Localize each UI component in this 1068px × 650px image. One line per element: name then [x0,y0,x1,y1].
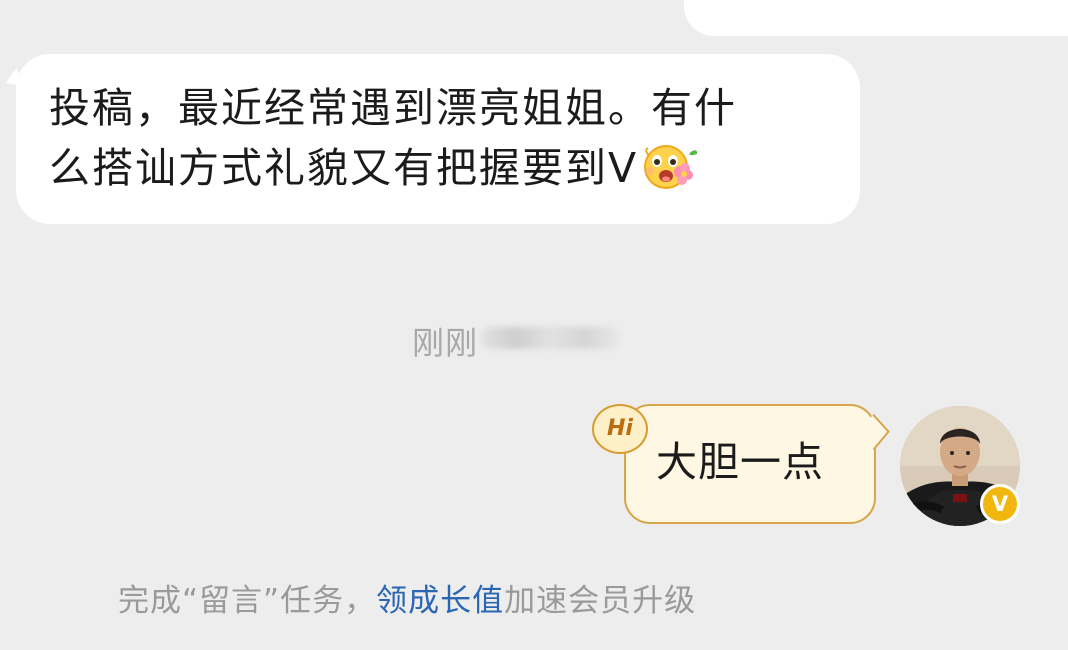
time-divider: 刚刚 [0,315,1068,365]
incoming-bubble-tail [1,67,25,93]
timestamp-label: 刚刚 [412,324,479,362]
verified-badge-icon: V [980,484,1020,524]
outgoing-message-text: 大胆一点 [656,438,824,486]
task-tip-suffix: 加速会员升级 [504,583,697,619]
growth-value-link[interactable]: 领成长值 [376,583,504,619]
incoming-message-text: 投稿，最近经常遇到漂亮姐姐。有什 么搭讪方式礼貌又有把握要到V [49,84,737,192]
hi-badge-label: Hi [607,416,633,441]
incoming-message-bubble[interactable]: 投稿，最近经常遇到漂亮姐姐。有什 么搭讪方式礼貌又有把握要到V [1,54,860,224]
flower-smile-emoji-icon [642,140,700,192]
previous-messages-edge [0,0,1068,40]
verified-mark: V [991,491,1009,516]
hi-badge-icon: Hi [592,404,648,454]
task-tip: 完成“留言”任务，领成长值加速会员升级 [118,580,696,622]
outgoing-message-bubble[interactable]: 大胆一点 [624,404,890,524]
blurred-time-detail [480,327,620,349]
previous-message-bubble-right[interactable] [684,0,1068,36]
task-tip-prefix: 完成“留言”任务， [118,583,377,619]
outgoing-bubble-tail [858,413,890,451]
